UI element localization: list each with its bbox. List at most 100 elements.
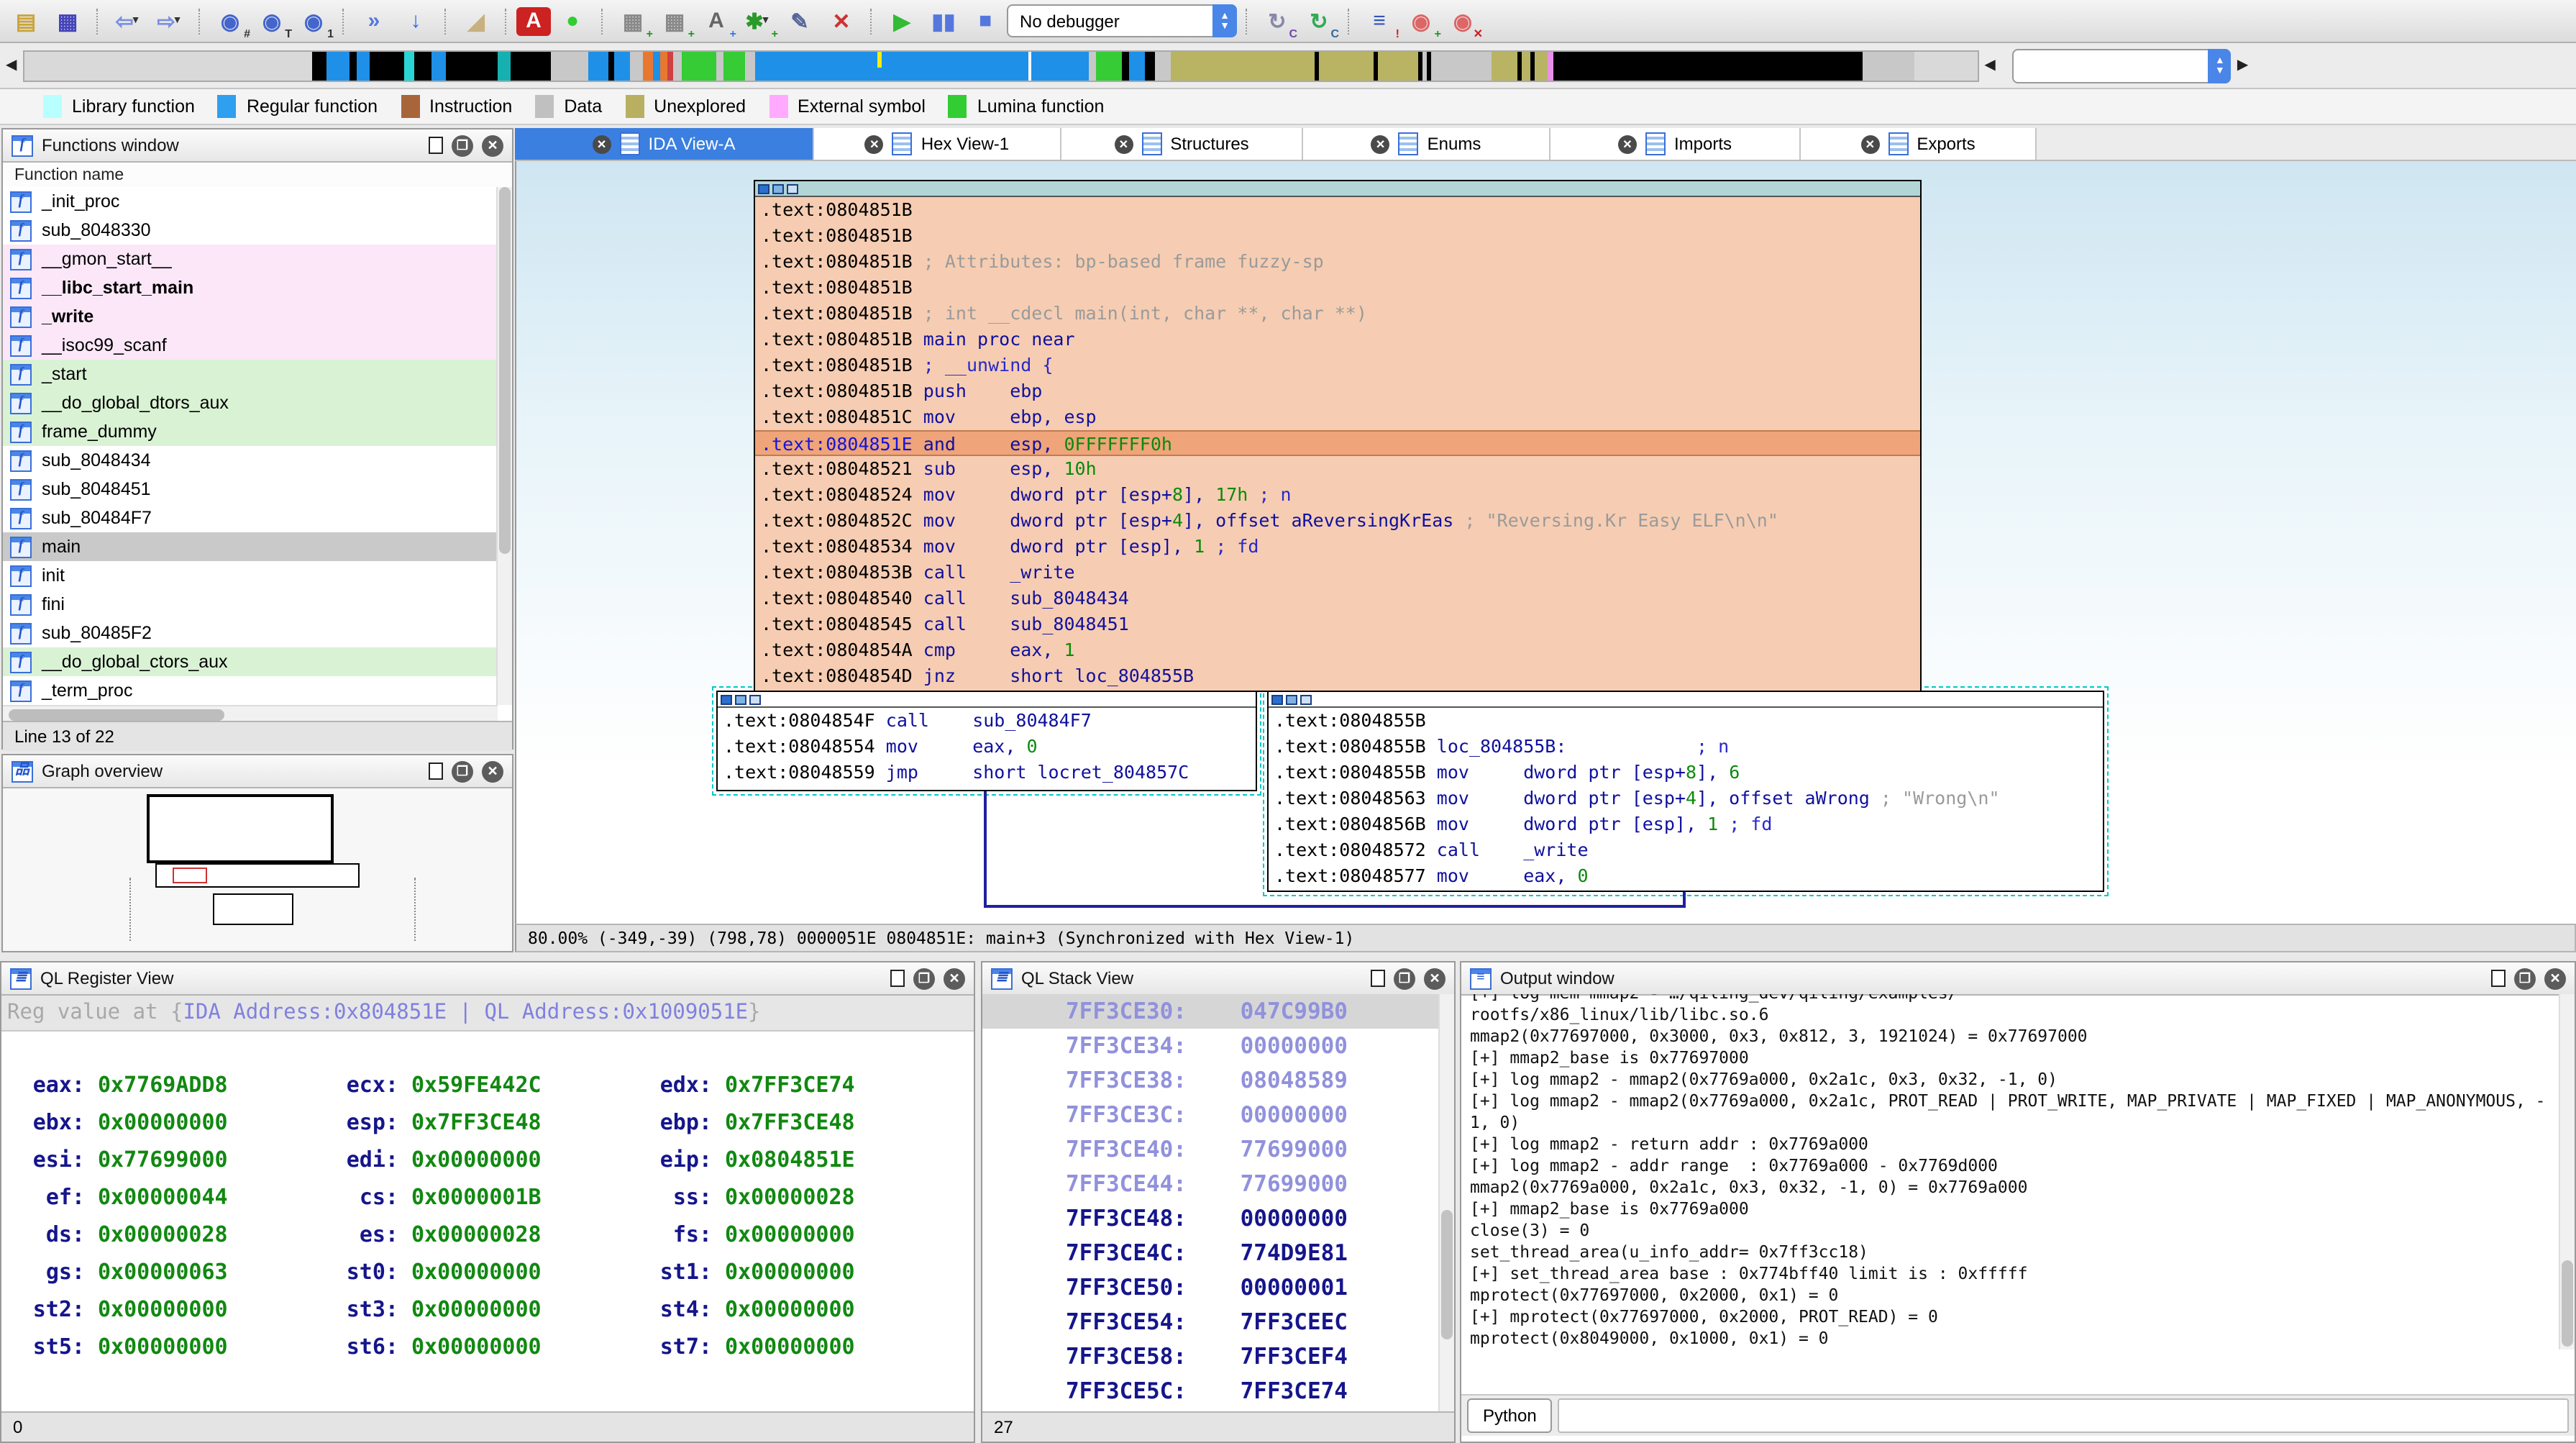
stack-row[interactable]: 7FF3CE38: 08048589 (982, 1063, 1440, 1098)
navband-segment[interactable] (369, 51, 403, 80)
disasm-line[interactable]: .text:08048559 jmp short locret_804857C (718, 760, 1256, 786)
disasm-line[interactable]: .text:0804851B (755, 197, 1920, 223)
navband-segment[interactable] (1154, 51, 1170, 80)
navband-segment[interactable] (431, 51, 445, 80)
step-into-icon[interactable]: ↻C (1257, 4, 1297, 38)
navband-segment[interactable] (588, 51, 608, 80)
close-icon[interactable]: ✕ (1424, 968, 1445, 989)
disasm-line[interactable]: .text:08048554 mov eax, 0 (718, 734, 1256, 760)
maximize-icon[interactable] (2491, 970, 2506, 987)
close-icon[interactable]: ✕ (2544, 968, 2566, 989)
restore-icon[interactable]: ❐ (1394, 968, 1415, 989)
disasm-line[interactable]: .text:0804851B (755, 223, 1920, 249)
navband-mid-arrow-icon[interactable]: ◀ (1978, 58, 2001, 73)
stack-row[interactable]: 7FF3CE4C: 774D9E81 (982, 1236, 1440, 1270)
navband-segment[interactable] (1144, 51, 1154, 80)
disasm-line[interactable]: .text:08048521 sub esp, 10h (755, 456, 1920, 482)
node-titlebar[interactable] (1269, 692, 2103, 708)
stack-row[interactable]: 7FF3CE44: 77699000 (982, 1167, 1440, 1201)
navband-segment[interactable] (1377, 51, 1417, 80)
save-icon[interactable]: ▦ (47, 4, 88, 38)
navband-segment[interactable] (1521, 51, 1530, 80)
spinner-arrows-icon[interactable]: ▲▼ (2209, 48, 2232, 83)
navband-segment[interactable] (629, 51, 642, 80)
navband-segment[interactable] (672, 51, 681, 80)
navband-address-spinner[interactable]: ▲▼ (2013, 48, 2232, 83)
disasm-line[interactable]: .text:0804856B mov dword ptr [esp], 1 ; … (1269, 811, 2103, 837)
navband-segment[interactable] (349, 51, 356, 80)
disasm-line[interactable]: .text:08048545 call sub_8048451 (755, 611, 1920, 637)
functions-horizontal-scrollbar[interactable] (3, 705, 498, 722)
search-next-icon[interactable]: » (354, 4, 394, 38)
function-row[interactable]: ffini (3, 590, 498, 619)
functions-vertical-scrollbar[interactable] (496, 187, 512, 705)
function-row[interactable]: f__isoc99_scanf (3, 331, 498, 360)
navband-right-arrow-icon[interactable]: ▶ (2232, 58, 2254, 73)
tab-close-icon[interactable]: ✕ (1618, 135, 1637, 153)
function-row[interactable]: f_start (3, 360, 498, 388)
navband-segment[interactable] (311, 51, 326, 80)
disasm-line[interactable]: .text:08048563 mov dword ptr [esp+4], of… (1269, 786, 2103, 811)
stack-row[interactable]: 7FF3CE50: 00000001 (982, 1270, 1440, 1305)
navband-segment[interactable] (716, 51, 723, 80)
function-row[interactable]: f__do_global_ctors_aux (3, 647, 498, 676)
navband-segment[interactable] (1318, 51, 1373, 80)
tab-structures[interactable]: ✕Structures (1061, 128, 1303, 160)
maximize-icon[interactable] (1371, 970, 1385, 987)
disasm-line[interactable]: .text:08048577 mov eax, 0 (1269, 863, 2103, 889)
tab-ida-view-a[interactable]: ✕IDA View-A (515, 128, 814, 160)
disasm-line[interactable]: .text:08048540 call sub_8048434 (755, 586, 1920, 611)
make-name-icon[interactable]: A+ (696, 4, 736, 38)
navband-segment[interactable] (1170, 51, 1314, 80)
disasm-line[interactable]: .text:0804855B (1269, 708, 2103, 734)
graph-overview-titlebar[interactable]: 品 Graph overview ❐ ✕ (3, 755, 512, 788)
function-row[interactable]: f__libc_start_main (3, 273, 498, 302)
stop-process-icon[interactable]: ■ (965, 4, 1005, 38)
jump-down-icon[interactable]: ↓ (396, 4, 436, 38)
python-console-button[interactable]: Python (1467, 1398, 1553, 1433)
navband-segment[interactable] (642, 51, 652, 80)
navigate-back-icon[interactable]: ⇦▼ (108, 4, 148, 38)
search-text-icon[interactable]: ◉T (252, 4, 292, 38)
add-breakpoint-icon[interactable]: ◉+ (1401, 4, 1441, 38)
stack-row[interactable]: 7FF3CE34: 00000000 (982, 1029, 1440, 1063)
disasm-line[interactable]: .text:0804851B ; __unwind { (755, 352, 1920, 378)
debugger-select[interactable]: No debugger▲▼ (1007, 4, 1237, 37)
disasm-line[interactable]: .text:0804855B mov dword ptr [esp+8], 6 (1269, 760, 2103, 786)
tab-close-icon[interactable]: ✕ (1371, 135, 1390, 153)
function-row[interactable]: fframe_dummy (3, 417, 498, 446)
output-vertical-scrollbar[interactable] (2559, 994, 2575, 1349)
navband-segment[interactable] (1128, 51, 1144, 80)
disasm-line[interactable]: .text:0804854D jnz short loc_804855B (755, 663, 1920, 689)
disasm-line[interactable]: .text:0804851B ; int __cdecl main(int, c… (755, 301, 1920, 327)
output-window-titlebar[interactable]: ≡ Output window ❐ ✕ (1461, 962, 2575, 996)
tab-close-icon[interactable]: ✕ (1114, 135, 1133, 153)
stack-row[interactable]: 7FF3CE48: 00000000 (982, 1201, 1440, 1236)
python-console-input[interactable] (1558, 1398, 2569, 1433)
navband-segment[interactable] (550, 51, 588, 80)
stack-vertical-scrollbar[interactable] (1438, 994, 1454, 1413)
navband-segment[interactable] (414, 51, 431, 80)
function-row[interactable]: f_term_proc (3, 676, 498, 705)
restore-icon[interactable]: ❐ (452, 135, 473, 156)
breakpoint-list-icon[interactable]: ≡! (1359, 4, 1399, 38)
navband-segment[interactable] (608, 51, 613, 80)
search-sequence-icon[interactable]: ◉1 (293, 4, 334, 38)
navband-segment[interactable] (1121, 51, 1128, 80)
function-row[interactable]: fsub_8048434 (3, 446, 498, 475)
function-row[interactable]: fsub_80484F7 (3, 504, 498, 532)
maximize-icon[interactable] (890, 970, 905, 987)
stack-row[interactable]: 7FF3CE3C: 00000000 (982, 1098, 1440, 1132)
restore-icon[interactable]: ❐ (2514, 968, 2536, 989)
disasm-line[interactable]: .text:08048534 mov dword ptr [esp], 1 ; … (755, 534, 1920, 560)
search-values-icon[interactable]: ◉# (210, 4, 250, 38)
tab-enums[interactable]: ✕Enums (1303, 128, 1550, 160)
delete-function-icon[interactable]: ✕ (821, 4, 862, 38)
graph-node-main[interactable]: .text:0804851B.text:0804851B .text:080485… (754, 180, 1922, 692)
disasm-line[interactable]: .text:0804851E and esp, 0FFFFFFF0h (755, 430, 1920, 456)
close-icon[interactable]: ✕ (944, 968, 965, 989)
register-view-titlebar[interactable]: ≣ QL Register View ❐ ✕ (1, 962, 974, 996)
graph-node-left[interactable]: .text:0804854F call sub_80484F7.text:080… (716, 691, 1257, 791)
functions-window-titlebar[interactable]: f Functions window ❐ ✕ (3, 129, 512, 163)
start-process-icon[interactable]: ▶ (882, 4, 922, 38)
